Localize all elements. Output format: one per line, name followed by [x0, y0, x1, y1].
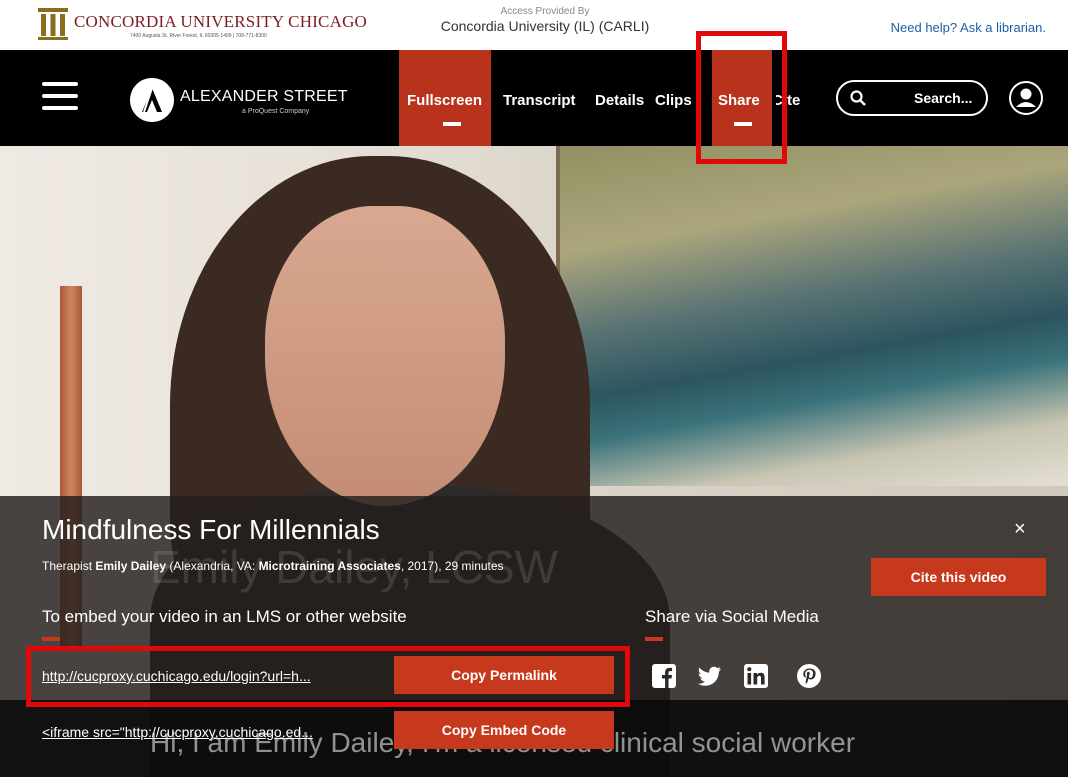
pinterest-icon[interactable]	[797, 664, 821, 688]
tab-transcript-label: Transcript	[503, 92, 576, 109]
speaker-face	[265, 206, 505, 506]
tab-fullscreen-label: Fullscreen	[407, 92, 483, 109]
search-icon	[850, 90, 866, 106]
columns-icon	[38, 8, 68, 40]
meta-location: (Alexandria, VA:	[166, 559, 259, 573]
user-account-icon[interactable]	[1008, 80, 1044, 116]
access-label: Access Provided By	[500, 6, 590, 17]
linkedin-icon[interactable]	[744, 664, 768, 688]
cite-this-video-button[interactable]: Cite this video	[871, 558, 1046, 596]
help-link[interactable]: Need help? Ask a librarian.	[891, 20, 1046, 35]
facebook-icon[interactable]	[652, 664, 676, 688]
social-heading: Share via Social Media	[645, 607, 819, 626]
tab-fullscreen[interactable]: Fullscreen	[399, 50, 491, 146]
access-provided: Access Provided By Concordia University …	[420, 6, 670, 34]
embed-code-link[interactable]: <iframe src="http://cucproxy.cuchicago.e…	[42, 724, 313, 740]
highlight-share-tab	[696, 31, 787, 164]
tab-clips-label: Clips	[655, 92, 692, 109]
video-meta: Therapist Emily Dailey (Alexandria, VA: …	[42, 559, 504, 573]
tab-details-label: Details	[595, 92, 645, 109]
background-painting	[560, 146, 1068, 486]
embed-accent	[42, 637, 60, 641]
institution-address: 7400 Augusta St. River Forest, IL 60305-…	[130, 33, 267, 39]
meta-year-duration: , 2017), 29 minutes	[400, 559, 504, 573]
copy-embed-code-button[interactable]: Copy Embed Code	[394, 711, 614, 749]
highlight-permalink-row	[26, 646, 630, 707]
meta-person: Emily Dailey	[95, 559, 167, 573]
active-indicator	[443, 122, 461, 126]
twitter-icon[interactable]	[698, 664, 722, 688]
hamburger-menu-icon[interactable]	[42, 82, 78, 112]
embed-heading: To embed your video in an LMS or other w…	[42, 607, 407, 626]
meta-publisher: Microtraining Associates	[258, 559, 401, 573]
search-input[interactable]: Search...	[836, 80, 988, 116]
brand-sub: a ProQuest Company	[242, 108, 310, 115]
brand-name: ALEXANDER STREET	[180, 88, 348, 105]
tab-clips[interactable]: Clips	[655, 50, 695, 146]
search-placeholder: Search...	[914, 90, 973, 106]
institution-name: CONCORDIA UNIVERSITY CHICAGO	[74, 12, 368, 31]
social-accent	[645, 637, 663, 641]
alexander-street-logo[interactable]: ALEXANDER STREET a ProQuest Company	[130, 78, 347, 122]
institution-bar: CONCORDIA UNIVERSITY CHICAGO 7400 August…	[0, 0, 1068, 50]
close-icon[interactable]: ×	[1014, 518, 1026, 541]
access-org: Concordia University (IL) (CARLI)	[440, 18, 650, 34]
concordia-logo[interactable]: CONCORDIA UNIVERSITY CHICAGO 7400 August…	[38, 8, 368, 44]
meta-prefix: Therapist	[42, 559, 96, 573]
alexander-street-a-icon	[130, 78, 174, 122]
video-title: Mindfulness For Millennials	[42, 514, 380, 545]
